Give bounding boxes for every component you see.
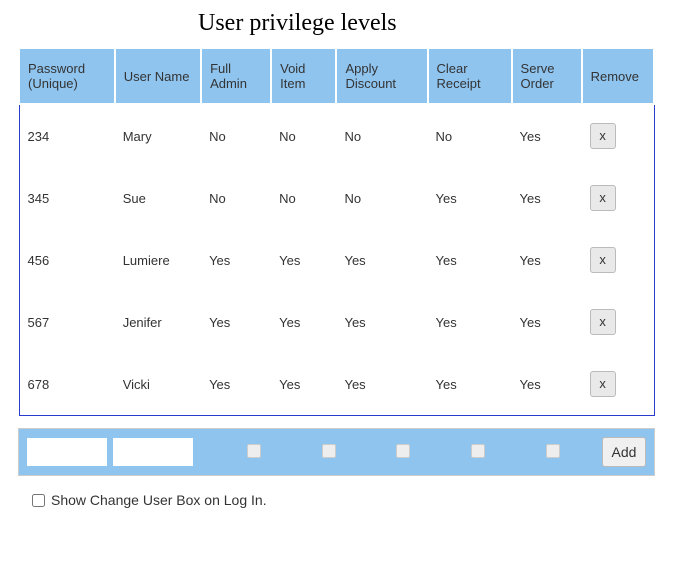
page-title: User privilege levels <box>18 10 655 37</box>
cell-apply-discount: No <box>336 167 427 229</box>
remove-button[interactable]: x <box>590 185 616 211</box>
table-row: 678 Vicki Yes Yes Yes Yes Yes x <box>19 353 654 416</box>
cell-full-admin: No <box>201 104 271 167</box>
cell-serve-order: Yes <box>512 104 582 167</box>
cell-user: Vicki <box>115 353 201 416</box>
cell-full-admin: Yes <box>201 291 271 353</box>
remove-button[interactable]: x <box>590 123 616 149</box>
col-clear-receipt: Clear Receipt <box>428 48 512 104</box>
privilege-table: Password (Unique) User Name Full Admin V… <box>18 47 655 416</box>
cell-password: 234 <box>19 104 115 167</box>
cell-full-admin: No <box>201 167 271 229</box>
cell-password: 456 <box>19 229 115 291</box>
cell-apply-discount: Yes <box>336 353 427 416</box>
remove-button[interactable]: x <box>590 309 616 335</box>
cell-password: 567 <box>19 291 115 353</box>
cell-apply-discount: Yes <box>336 291 427 353</box>
col-void-item: Void Item <box>271 48 336 104</box>
remove-button[interactable]: x <box>590 371 616 397</box>
table-header-row: Password (Unique) User Name Full Admin V… <box>19 48 654 104</box>
cell-clear-receipt: Yes <box>428 167 512 229</box>
add-void-item-checkbox[interactable] <box>322 444 336 458</box>
cell-user: Sue <box>115 167 201 229</box>
cell-password: 678 <box>19 353 115 416</box>
col-password: Password (Unique) <box>19 48 115 104</box>
cell-clear-receipt: No <box>428 104 512 167</box>
col-serve-order: Serve Order <box>512 48 582 104</box>
option-label: Show Change User Box on Log In. <box>51 492 267 508</box>
col-full-admin: Full Admin <box>201 48 271 104</box>
add-user-row: Add <box>18 428 655 476</box>
cell-apply-discount: No <box>336 104 427 167</box>
cell-apply-discount: Yes <box>336 229 427 291</box>
cell-void-item: Yes <box>271 291 336 353</box>
add-username-input[interactable] <box>113 438 193 466</box>
cell-full-admin: Yes <box>201 229 271 291</box>
add-password-input[interactable] <box>27 438 107 466</box>
table-row: 345 Sue No No No Yes Yes x <box>19 167 654 229</box>
cell-user: Lumiere <box>115 229 201 291</box>
table-row: 234 Mary No No No No Yes x <box>19 104 654 167</box>
add-clear-receipt-checkbox[interactable] <box>471 444 485 458</box>
col-user-name: User Name <box>115 48 201 104</box>
cell-serve-order: Yes <box>512 229 582 291</box>
cell-clear-receipt: Yes <box>428 229 512 291</box>
cell-serve-order: Yes <box>512 291 582 353</box>
cell-password: 345 <box>19 167 115 229</box>
col-remove: Remove <box>582 48 654 104</box>
add-apply-discount-checkbox[interactable] <box>396 444 410 458</box>
cell-void-item: Yes <box>271 353 336 416</box>
cell-clear-receipt: Yes <box>428 353 512 416</box>
cell-void-item: No <box>271 167 336 229</box>
show-change-user-checkbox[interactable] <box>32 494 45 507</box>
add-button[interactable]: Add <box>602 437 646 467</box>
cell-clear-receipt: Yes <box>428 291 512 353</box>
cell-user: Mary <box>115 104 201 167</box>
cell-serve-order: Yes <box>512 167 582 229</box>
table-row: 456 Lumiere Yes Yes Yes Yes Yes x <box>19 229 654 291</box>
cell-user: Jenifer <box>115 291 201 353</box>
add-serve-order-checkbox[interactable] <box>546 444 560 458</box>
cell-full-admin: Yes <box>201 353 271 416</box>
remove-button[interactable]: x <box>590 247 616 273</box>
cell-void-item: Yes <box>271 229 336 291</box>
table-row: 567 Jenifer Yes Yes Yes Yes Yes x <box>19 291 654 353</box>
col-apply-discount: Apply Discount <box>336 48 427 104</box>
cell-void-item: No <box>271 104 336 167</box>
add-full-admin-checkbox[interactable] <box>247 444 261 458</box>
option-row: Show Change User Box on Log In. <box>18 492 655 508</box>
cell-serve-order: Yes <box>512 353 582 416</box>
